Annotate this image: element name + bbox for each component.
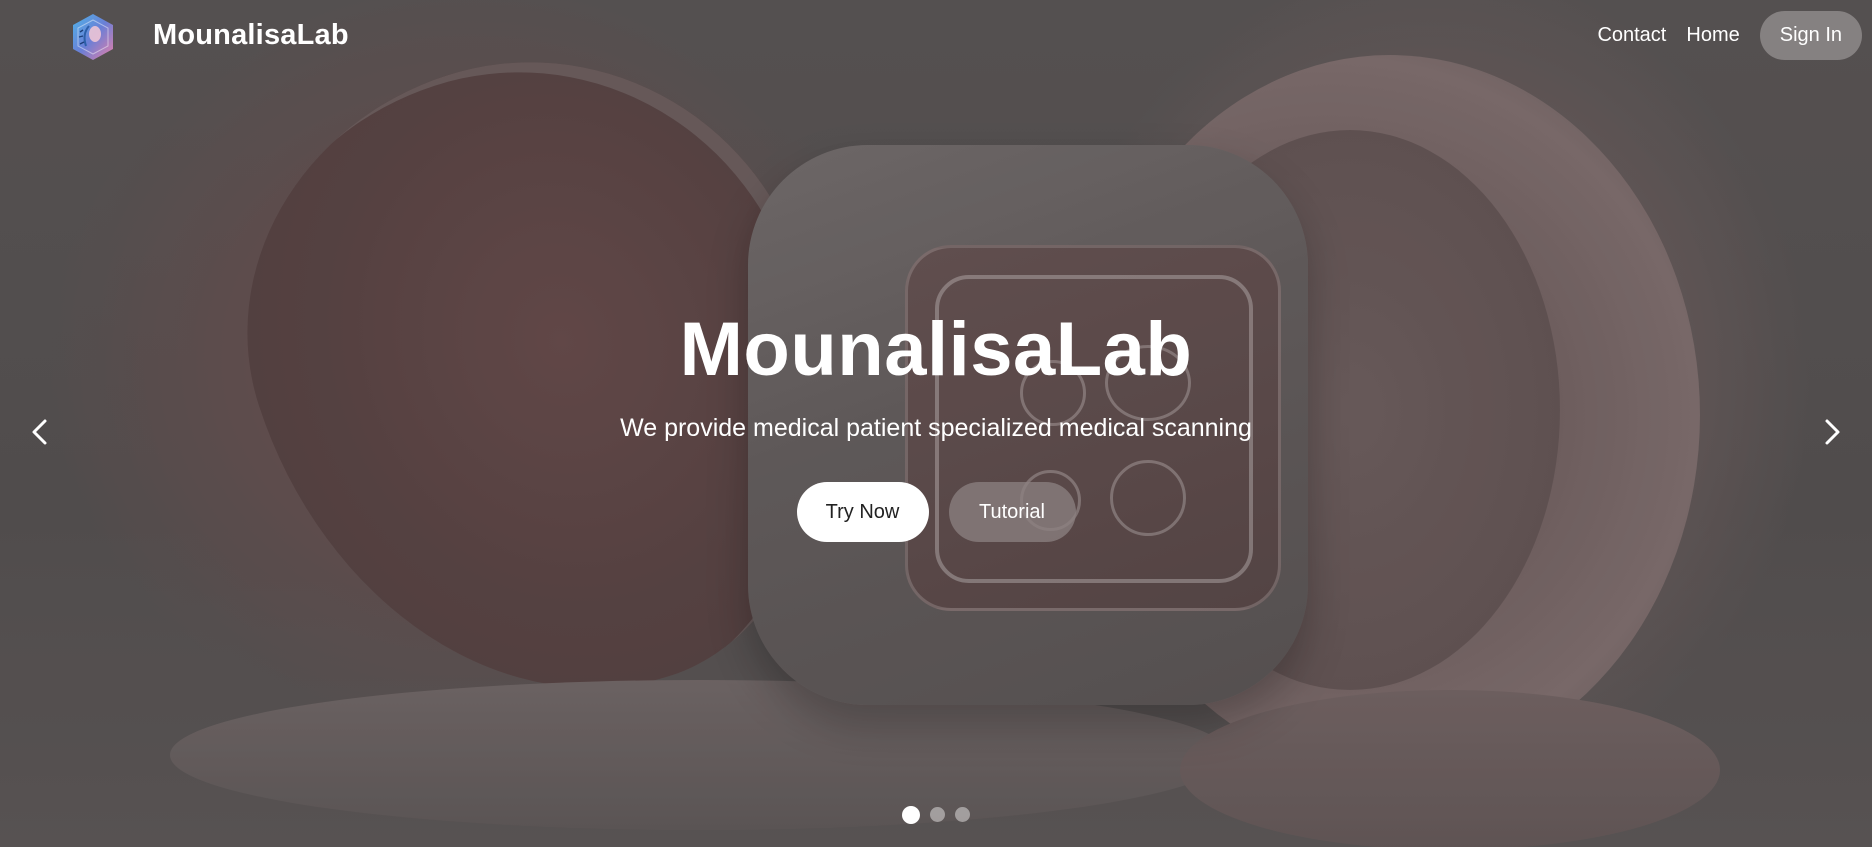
brand-name[interactable]: MounalisaLab	[153, 19, 349, 52]
hero-cta-group: Try Now Tutorial	[0, 482, 1872, 542]
top-navbar: MounalisaLab Contact Home Sign In	[0, 0, 1872, 74]
carousel-indicators	[0, 806, 1872, 824]
nav-link-contact[interactable]: Contact	[1597, 24, 1666, 47]
tutorial-button[interactable]: Tutorial	[948, 482, 1076, 542]
carousel-indicator-3[interactable]	[955, 807, 970, 822]
nav-links: Contact Home Sign In	[1597, 11, 1862, 60]
hexagon-face-logo-icon[interactable]	[68, 12, 118, 62]
hero-subtitle: We provide medical patient specialized m…	[620, 414, 1252, 442]
carousel-indicator-2[interactable]	[930, 807, 945, 822]
hero-carousel: MounalisaLab Contact Home Sign In Mounal…	[0, 0, 1872, 847]
hero-title: MounalisaLab	[679, 307, 1193, 392]
sign-in-button[interactable]: Sign In	[1759, 11, 1862, 60]
try-now-button[interactable]: Try Now	[796, 482, 929, 542]
hero-caption: MounalisaLab We provide medical patient …	[0, 305, 1872, 542]
nav-link-home[interactable]: Home	[1686, 24, 1739, 47]
carousel-indicator-1[interactable]	[902, 806, 920, 824]
